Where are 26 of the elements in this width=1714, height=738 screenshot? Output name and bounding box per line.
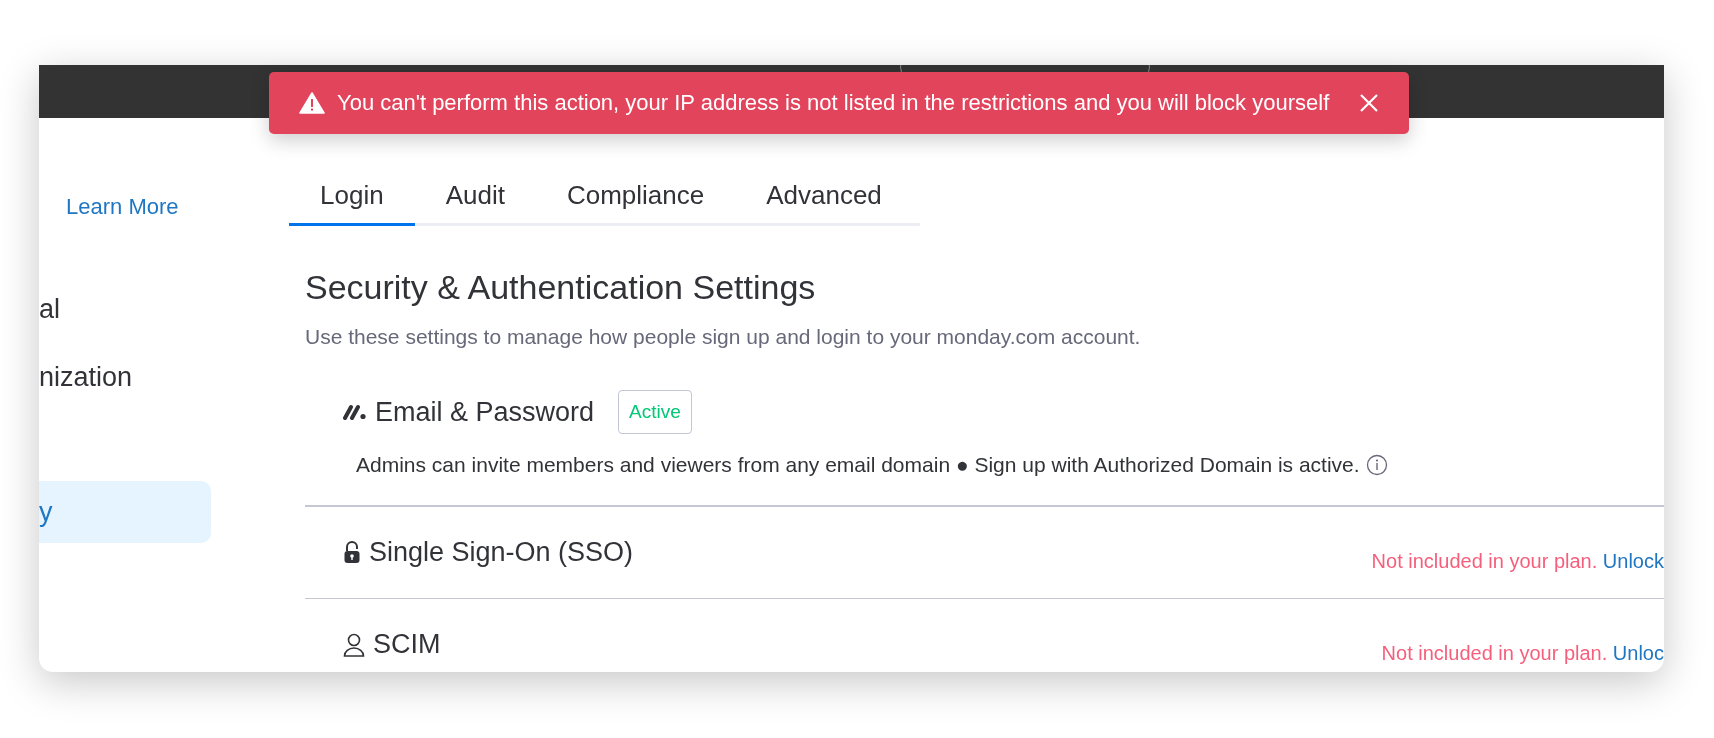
method-title: Single Sign-On (SSO) [369,536,634,568]
toast-message: You can't perform this action, your IP address is not listed in the restrictions and you will block yourself [337,90,1330,116]
sidebar-item[interactable]: y [39,481,211,543]
unlock-link[interactable]: Unloc [1612,642,1664,664]
learn-more-link[interactable]: Learn More [66,194,179,220]
tab[interactable]: Audit [414,180,536,226]
method-description: Admins can invite members and viewers from any email domain ● Sign up with Authorized Domain is active. [356,453,1360,477]
sidebar-item[interactable]: nization [39,346,211,408]
tab[interactable]: Advanced [735,180,913,226]
person-icon [343,632,365,657]
padlock-icon [343,540,361,564]
section-description: Use these settings to manage how people sign up and login to your monday.com account. [305,325,1142,349]
slashes-dot-icon [343,404,367,420]
section-heading: Security & Authentication Settings [305,268,817,307]
unlock-link[interactable]: Unlock [1602,549,1664,572]
close-icon[interactable] [1359,93,1379,113]
plan-status-text: Not included in your plan. [1371,549,1598,572]
tab[interactable]: Compliance [535,180,736,226]
sidebar-item[interactable]: al [39,278,211,340]
method-title: Email & Password [375,396,595,428]
tab[interactable]: Login [289,180,415,226]
warning-icon [299,92,325,114]
method-title: SCIM [373,629,441,660]
info-icon[interactable] [1365,454,1388,476]
status-badge: Active [618,390,692,434]
plan-status-text: Not included in your plan. [1381,642,1608,664]
